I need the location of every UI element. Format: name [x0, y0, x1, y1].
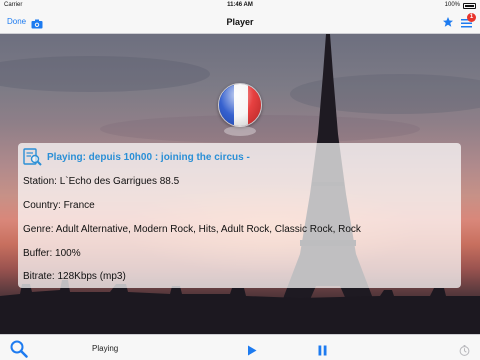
search-icon[interactable]	[10, 340, 28, 360]
bottom-toolbar: Playing	[0, 334, 480, 360]
now-playing-text: Playing: depuis 10h00 : joining the circ…	[47, 152, 250, 163]
buffer-status: Buffer: 100%	[23, 248, 81, 259]
pause-icon[interactable]	[318, 343, 327, 360]
status-bar: Carrier 11:46 AM 100%	[0, 0, 480, 12]
playback-status: Playing	[92, 344, 119, 353]
play-icon[interactable]	[247, 343, 257, 360]
station-name: Station: L`Echo des Garrigues 88.5	[23, 176, 180, 187]
document-search-icon	[23, 148, 43, 171]
bitrate-info: Bitrate: 128Kbps (mp3)	[23, 271, 126, 282]
notification-badge: 1	[467, 13, 476, 22]
france-flag-icon	[218, 83, 262, 127]
star-icon[interactable]	[442, 15, 454, 33]
clock: 11:46 AM	[227, 2, 253, 8]
flag-reflection	[224, 126, 256, 136]
navigation-bar: Done Player 1	[0, 12, 480, 34]
battery-icon	[463, 3, 476, 9]
now-playing-header: Playing: depuis 10h00 : joining the circ…	[23, 148, 453, 166]
sleep-timer-icon[interactable]	[459, 343, 470, 360]
battery-percent: 100%	[444, 2, 460, 8]
station-genre: Genre: Adult Alternative, Modern Rock, H…	[23, 224, 361, 235]
page-title: Player	[226, 17, 254, 27]
station-country: Country: France	[23, 200, 95, 211]
station-info-panel: Playing: depuis 10h00 : joining the circ…	[18, 143, 461, 288]
